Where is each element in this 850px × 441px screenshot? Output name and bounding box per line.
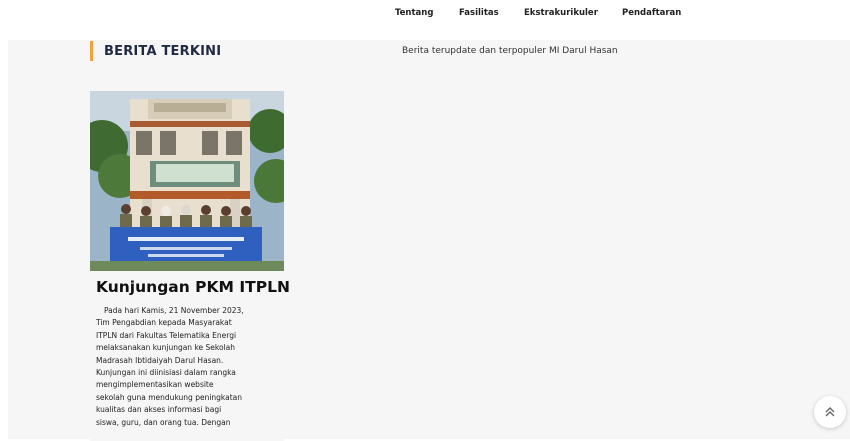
section-title: BERITA TERKINI [104,43,222,59]
nav-fasilitas[interactable]: Fasilitas [459,8,499,18]
news-excerpt-line: Pada hari Kamis, 21 November 2023, [104,306,244,315]
news-excerpt-line: melaksanakan kunjungan ke Sekolah [96,343,235,353]
news-excerpt-line: Kunjungan ini diinisiasi dalam rangka [96,368,236,378]
nav-tentang[interactable]: Tentang [395,8,433,18]
section-subtitle: Berita terupdate dan terpopuler MI Darul… [402,46,618,56]
news-excerpt-line: sekolah guna mendukung peningkatan [96,392,243,402]
news-excerpt: Pada hari Kamis, 21 November 2023, Tim P… [96,305,281,429]
news-photo-image [90,91,284,271]
news-section: BERITA TERKINI Berita terupdate dan terp… [8,40,850,441]
top-navigation: Tentang Fasilitas Ekstrakurikuler Pendaf… [0,0,850,40]
news-excerpt-line: kualitas dan akses informasi bagi [96,405,222,415]
news-excerpt-line: siswa, guru, dan orang tua. Dengan [96,417,231,427]
news-excerpt-line: mengimplementasikan website [96,380,214,390]
news-title[interactable]: Kunjungan PKM ITPLN [96,278,290,296]
chevron-double-up-icon [825,407,835,417]
nav-pendaftaran[interactable]: Pendaftaran [622,8,681,18]
nav-ekstrakurikuler[interactable]: Ekstrakurikuler [524,8,598,18]
news-excerpt-line: Tim Pengabdian kepada Masyarakat [96,318,232,328]
section-accent-bar [90,41,93,61]
scroll-to-top-button[interactable] [814,396,846,428]
news-excerpt-line: Madrasah Ibtidaiyah Darul Hasan. [96,355,224,365]
news-excerpt-line: ITPLN dari Fakultas Telematika Energi [96,330,237,340]
section-header: BERITA TERKINI [90,40,221,62]
news-card[interactable]: Kunjungan PKM ITPLN Pada hari Kamis, 21 … [90,91,290,441]
news-photo[interactable] [90,91,284,271]
